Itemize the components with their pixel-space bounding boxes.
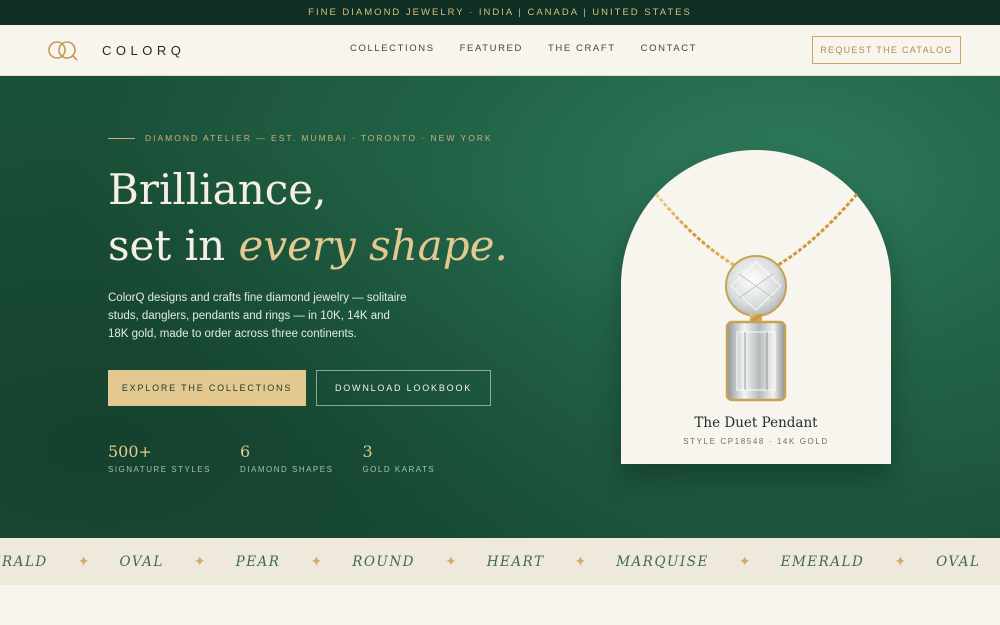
request-catalog-button[interactable]: REQUEST THE CATALOG [812,36,961,64]
shape-heart: HEART [486,553,545,570]
eyebrow-divider [108,137,135,139]
headline-line-2: set in [108,221,239,270]
star-icon: ✦ [738,553,751,569]
download-lookbook-button[interactable]: DOWNLOAD LOOKBOOK [316,370,491,406]
shape-marquise: MARQUISE [616,553,709,570]
announcement-text: FINE DIAMOND JEWELRY · INDIA | CANADA | … [308,7,692,18]
stat-gold-karats: 3 GOLD KARATS [362,442,435,474]
star-icon: ✦ [77,553,90,569]
star-icon: ✦ [574,553,587,569]
star-icon: ✦ [894,553,907,569]
star-icon: ✦ [193,553,206,569]
stat-signature-styles: 500+ SIGNATURE STYLES [108,442,211,474]
headline-line-1: Brilliance, [108,165,327,214]
shape-oval: OVAL [119,553,164,570]
stat-label: SIGNATURE STYLES [108,465,211,474]
logo[interactable]: COLORQ [46,39,185,61]
nav-link-the-craft[interactable]: THE CRAFT [548,43,616,54]
announcement-bar: FINE DIAMOND JEWELRY · INDIA | CANADA | … [0,0,1000,25]
shape-oval-2: OVAL [936,553,981,570]
brand-name: COLORQ [102,42,186,58]
main-nav: COLORQ COLLECTIONS FEATURED THE CRAFT CO… [0,25,1000,76]
nav-link-collections[interactable]: COLLECTIONS [350,43,435,54]
product-style: STYLE CP18548 · 14K GOLD [683,437,829,446]
product-title: The Duet Pendant [694,415,818,431]
nav-link-featured[interactable]: FEATURED [460,43,523,54]
hero-eyebrow: DIAMOND ATELIER — EST. MUMBAI · TORONTO … [108,133,493,143]
stat-value: 3 [362,442,373,461]
hero-stats: 500+ SIGNATURE STYLES 6 DIAMOND SHAPES 3… [108,442,464,474]
stat-label: DIAMOND SHAPES [239,465,334,474]
hero-description: ColorQ designs and crafts fine diamond j… [108,292,407,340]
explore-collections-button[interactable]: EXPLORE THE COLLECTIONS [108,370,306,406]
logo-rings-icon [48,41,78,61]
page-below-fold [0,585,1000,625]
star-icon: ✦ [310,553,323,569]
shape-round: ROUND [352,553,415,570]
eyebrow-text: DIAMOND ATELIER — EST. MUMBAI · TORONTO … [145,133,493,143]
nav-link-contact[interactable]: CONTACT [641,43,697,54]
shape-emerald-2: EMERALD [780,553,865,570]
star-icon: ✦ [444,553,457,569]
stat-value: 6 [239,442,251,461]
diamond-shapes-marquee: EMERALD ✦ OVAL ✦ PEAR ✦ ROUND ✦ HEART ✦ … [0,538,1000,585]
nav-links: COLLECTIONS FEATURED THE CRAFT CONTACT [350,43,722,54]
stat-diamond-shapes: 6 DIAMOND SHAPES [240,442,333,474]
stat-label: GOLD KARATS [362,465,436,474]
hero-section: DIAMOND ATELIER — EST. MUMBAI · TORONTO … [0,76,1000,538]
shape-pear: PEAR [235,553,281,570]
stat-value: 500+ [108,442,152,461]
marquee-track: EMERALD ✦ OVAL ✦ PEAR ✦ ROUND ✦ HEART ✦ … [0,538,980,585]
hero-headline: Brilliance, set in every shape. [108,162,508,274]
pendant-image [654,193,859,402]
shape-emerald: EMERALD [0,553,48,570]
headline-emphasis: every shape. [238,221,508,270]
